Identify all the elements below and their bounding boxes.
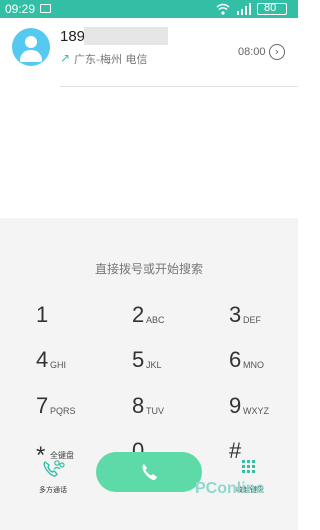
person-icon <box>12 28 50 66</box>
key-letters: MNO <box>243 360 264 370</box>
key-digit: 1 <box>36 302 49 327</box>
dial-key-9[interactable]: 9 WXYZ <box>229 393 319 433</box>
key-digit: 2 <box>132 302 145 327</box>
chevron-right-circle-icon[interactable]: › <box>269 44 285 60</box>
key-digit: 7 <box>36 393 49 418</box>
key-digit: 8 <box>132 393 145 418</box>
call-time: 08:00 <box>238 46 266 58</box>
key-digit: 3 <box>229 302 242 327</box>
dial-key-8[interactable]: 8 TUV <box>132 393 222 433</box>
wifi-icon <box>216 3 230 15</box>
multi-call-button[interactable]: 多方通话 <box>33 458 73 498</box>
key-letters: PQRS <box>50 406 76 416</box>
status-time: 09:29 <box>5 2 36 16</box>
key-digit: 6 <box>229 347 242 372</box>
call-log: 189 ↗ 广东-梅州 电信 08:00 › <box>0 18 298 218</box>
key-letters: GHI <box>50 360 67 370</box>
key-digit: 5 <box>132 347 145 372</box>
dial-key-6[interactable]: 6 MNO <box>229 347 319 387</box>
multi-party-call-icon <box>43 460 65 477</box>
key-digit: 9 <box>229 393 242 418</box>
key-letters: DEF <box>243 315 261 325</box>
multi-call-label: 多方通话 <box>39 486 67 494</box>
watermark: PConline <box>195 480 265 497</box>
battery-level: 80 <box>264 2 277 14</box>
call-button[interactable] <box>96 452 202 492</box>
image-notification-icon <box>40 4 51 13</box>
key-letters: ABC <box>146 315 165 325</box>
status-bar: 09:29 80 <box>0 0 298 18</box>
key-letters: JKL <box>146 360 162 370</box>
call-log-entry[interactable]: 189 ↗ 广东-梅州 电信 08:00 › <box>0 24 298 70</box>
signal-icon <box>237 3 251 15</box>
key-letters: WXYZ <box>243 406 269 416</box>
key-letters: TUV <box>146 406 164 416</box>
divider <box>60 86 298 87</box>
phone-icon <box>142 464 157 480</box>
dial-key-1[interactable]: 1 <box>36 302 126 342</box>
key-digit: 4 <box>36 347 49 372</box>
dial-hint: 直接拨号或开始搜索 <box>94 262 203 276</box>
dialpad-icon <box>242 460 256 474</box>
redaction-mask <box>84 27 168 45</box>
call-location: 广东-梅州 电信 <box>74 53 148 66</box>
dial-key-4[interactable]: 4 GHI <box>36 347 126 387</box>
outgoing-call-arrow-icon: ↗ <box>60 51 71 65</box>
dial-key-7[interactable]: 7 PQRS <box>36 393 126 433</box>
dial-key-3[interactable]: 3 DEF <box>229 302 319 342</box>
dial-key-5[interactable]: 5 JKL <box>132 347 222 387</box>
dial-key-2[interactable]: 2 ABC <box>132 302 222 342</box>
call-number: 189 <box>60 28 86 45</box>
